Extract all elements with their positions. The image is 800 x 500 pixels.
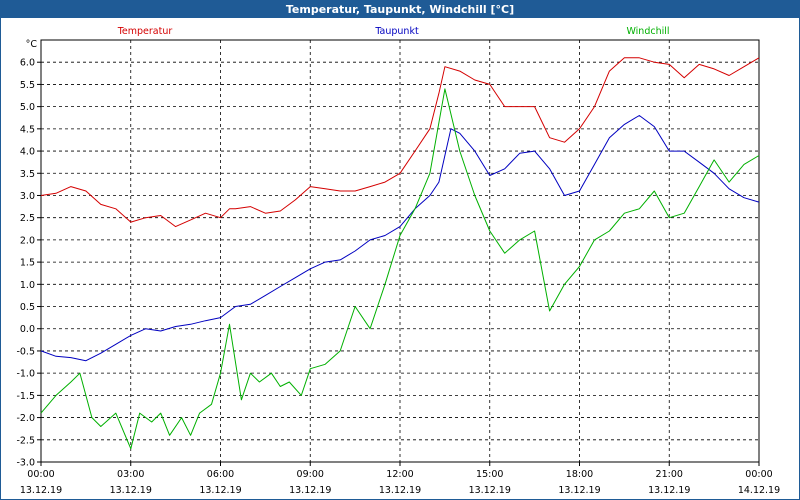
x-tick-date-label: 13.12.19 xyxy=(199,485,241,496)
x-tick-date-label: 14.12.19 xyxy=(738,485,780,496)
y-tick-label: 1.0 xyxy=(20,280,35,291)
legend: Temperatur Taupunkt Windchill xyxy=(117,26,670,37)
x-tick-date-label: 13.12.19 xyxy=(379,485,421,496)
legend-temperatur: Temperatur xyxy=(117,26,173,37)
y-tick-label: 5.5 xyxy=(20,80,35,91)
x-tick-time-label: 18:00 xyxy=(566,469,593,480)
x-tick-time-label: 00:00 xyxy=(745,469,772,480)
y-tick-label: -1.0 xyxy=(16,369,35,380)
legend-taupunkt: Taupunkt xyxy=(374,26,419,37)
y-tick-label: 6.0 xyxy=(20,58,35,69)
y-tick-label: -3.0 xyxy=(16,458,35,469)
x-tick-date-label: 13.12.19 xyxy=(289,485,331,496)
y-tick-label: -1.5 xyxy=(16,391,35,402)
x-tick-time-label: 00:00 xyxy=(27,469,54,480)
y-tick-label: 0.5 xyxy=(20,302,35,313)
y-tick-label: 2.0 xyxy=(20,235,35,246)
y-axis-ticks: 6.0 5.5 5.0 4.5 4.0 3.5 3.0 2.5 2.0 1.5 1.0 0.5 0.0 -… xyxy=(16,58,41,469)
x-tick-date-label: 13.12.19 xyxy=(469,485,511,496)
x-axis-ticks: 00:00 13.12.19 03:00 13.12.19 06:00 13.12.19 0… xyxy=(20,462,780,496)
x-tick-time-label: 06:00 xyxy=(207,469,234,480)
y-tick-label: 4.0 xyxy=(20,147,35,158)
line-chart: 6.0 5.5 5.0 4.5 4.0 3.5 3.0 2.5 2.0 1.5 1.0 0.5 0.0 -… xyxy=(16,26,780,496)
x-tick-time-label: 03:00 xyxy=(117,469,144,480)
x-tick-time-label: 21:00 xyxy=(656,469,683,480)
y-tick-label: -2.5 xyxy=(16,435,35,446)
x-tick-time-label: 15:00 xyxy=(476,469,503,480)
x-tick-date-label: 13.12.19 xyxy=(648,485,690,496)
y-tick-label: 5.0 xyxy=(20,102,35,113)
y-tick-label: 4.5 xyxy=(20,124,35,135)
x-tick-time-label: 09:00 xyxy=(297,469,324,480)
y-tick-label: -2.0 xyxy=(16,413,35,424)
x-tick-date-label: 13.12.19 xyxy=(110,485,152,496)
x-tick-date-label: 13.12.19 xyxy=(558,485,600,496)
legend-windchill: Windchill xyxy=(626,26,669,37)
y-tick-label: 0.0 xyxy=(20,324,35,335)
y-tick-label: 2.5 xyxy=(20,213,35,224)
y-axis-unit: °C xyxy=(26,39,38,50)
x-tick-time-label: 12:00 xyxy=(386,469,413,480)
y-tick-label: 1.5 xyxy=(20,258,35,269)
x-tick-date-label: 13.12.19 xyxy=(20,485,62,496)
y-tick-label: 3.0 xyxy=(20,191,35,202)
y-tick-label: -0.5 xyxy=(16,346,35,357)
y-tick-label: 3.5 xyxy=(20,169,35,180)
